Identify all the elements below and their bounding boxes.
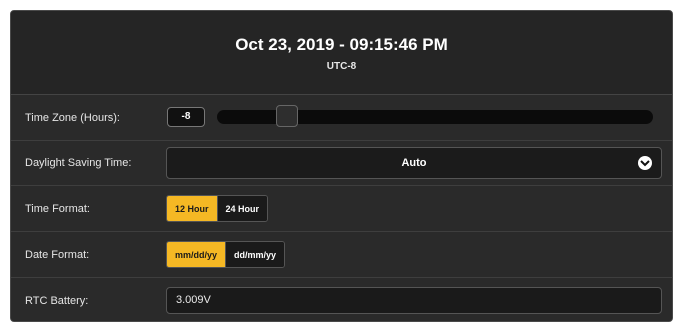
time-zone-slider[interactable] [217, 105, 653, 127]
time-format-toggle: 12 Hour 24 Hour [166, 195, 269, 222]
rtc-battery-row: RTC Battery: 3.009V [11, 278, 672, 321]
clock-header: Oct 23, 2019 - 09:15:46 PM UTC-8 [11, 11, 672, 95]
timezone-display: UTC-8 [326, 61, 357, 72]
daylight-saving-row: Daylight Saving Time: Auto [11, 141, 672, 186]
rtc-battery-label: RTC Battery: [25, 294, 89, 307]
daylight-saving-selected: Auto [401, 157, 427, 169]
time-zone-label: Time Zone (Hours): [25, 111, 120, 124]
daylight-saving-select[interactable]: Auto [166, 147, 662, 179]
time-format-24-hour-button[interactable]: 24 Hour [216, 196, 268, 221]
time-format-label: Time Format: [25, 202, 90, 215]
date-format-row: Date Format: mm/dd/yy dd/mm/yy [11, 232, 672, 278]
time-zone-row: Time Zone (Hours): -8 [11, 95, 672, 141]
time-format-12-hour-button[interactable]: 12 Hour [167, 196, 217, 221]
time-zone-slider-thumb[interactable] [275, 105, 298, 127]
date-format-label: Date Format: [25, 248, 90, 261]
rtc-battery-value: 3.009V [166, 287, 662, 314]
current-datetime: Oct 23, 2019 - 09:15:46 PM [235, 35, 448, 54]
date-format-mmddyy-button[interactable]: mm/dd/yy [167, 242, 226, 267]
date-format-ddmmyy-button[interactable]: dd/mm/yy [225, 242, 285, 267]
chevron-down-icon [638, 156, 652, 170]
time-settings-panel: Oct 23, 2019 - 09:15:46 PM UTC-8 Time Zo… [10, 10, 673, 322]
time-format-row: Time Format: 12 Hour 24 Hour [11, 186, 672, 232]
daylight-saving-label: Daylight Saving Time: [25, 157, 132, 169]
time-zone-value[interactable]: -8 [167, 107, 205, 127]
date-format-toggle: mm/dd/yy dd/mm/yy [166, 241, 286, 268]
